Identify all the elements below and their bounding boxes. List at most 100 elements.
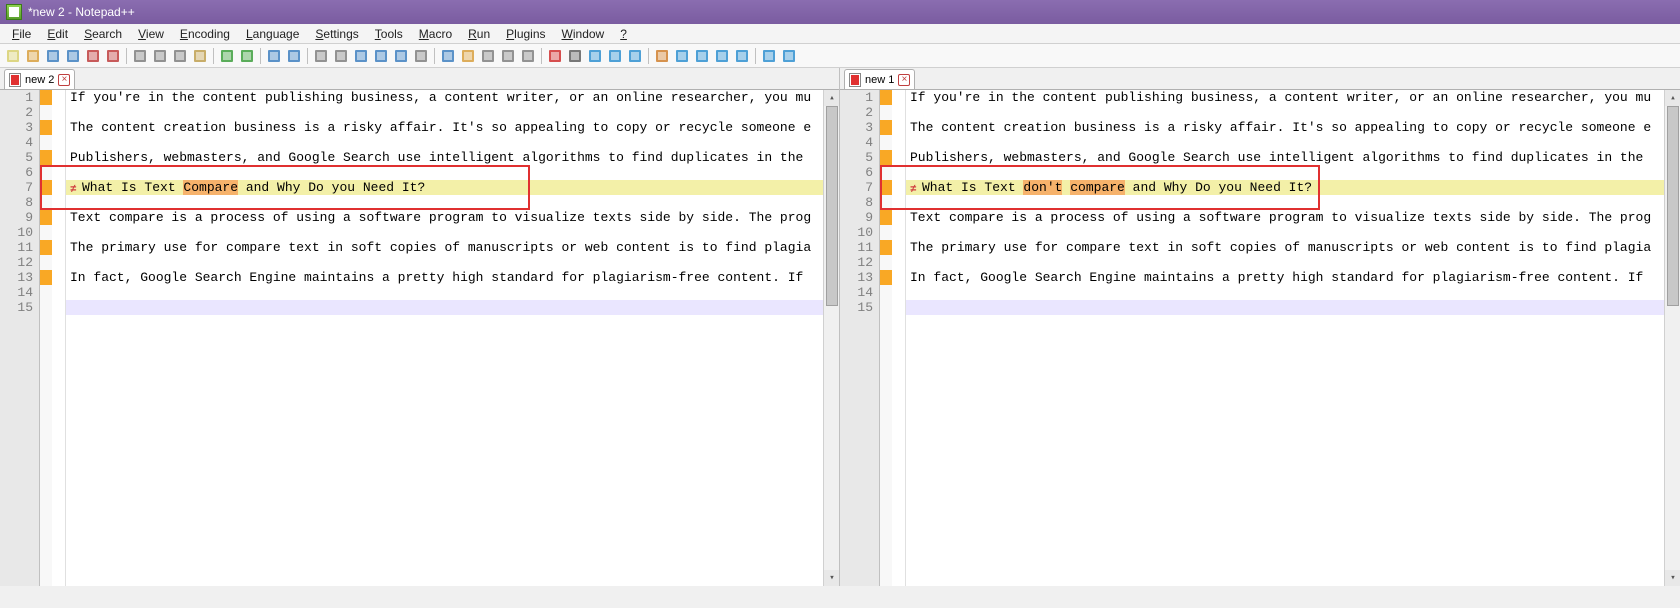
- code-line[interactable]: If you're in the content publishing busi…: [66, 90, 839, 105]
- window-title: *new 2 - Notepad++: [28, 5, 135, 19]
- menu-language[interactable]: Language: [238, 25, 307, 43]
- nav-prev-button[interactable]: [760, 47, 778, 65]
- tab-close-icon[interactable]: ×: [58, 74, 70, 86]
- code-line[interactable]: The primary use for compare text in soft…: [66, 240, 839, 255]
- menu-help[interactable]: ?: [612, 25, 635, 43]
- code-line[interactable]: Text compare is a process of using a sof…: [906, 210, 1680, 225]
- print-button[interactable]: [131, 47, 149, 65]
- code-line[interactable]: [906, 285, 1680, 300]
- cut-button[interactable]: [151, 47, 169, 65]
- code-line[interactable]: Publishers, webmasters, and Google Searc…: [66, 150, 839, 165]
- stop-button[interactable]: [566, 47, 584, 65]
- save-macro-button[interactable]: [626, 47, 644, 65]
- play-multi-button[interactable]: [606, 47, 624, 65]
- menu-tools[interactable]: Tools: [367, 25, 411, 43]
- func-list-button[interactable]: [499, 47, 517, 65]
- tab-close-icon[interactable]: ×: [898, 74, 910, 86]
- scroll-down-icon[interactable]: ▾: [1665, 570, 1680, 586]
- menu-search[interactable]: Search: [76, 25, 130, 43]
- menu-file[interactable]: File: [4, 25, 39, 43]
- left-tab[interactable]: new 2×: [4, 69, 75, 89]
- code-line[interactable]: [906, 195, 1680, 210]
- code-line[interactable]: Text compare is a process of using a sof…: [66, 210, 839, 225]
- code-line[interactable]: ≠What Is Text don't compare and Why Do y…: [906, 180, 1680, 195]
- file-icon: [9, 73, 21, 87]
- code-line[interactable]: [906, 225, 1680, 240]
- replace-button[interactable]: [285, 47, 303, 65]
- indent-guide-button[interactable]: [439, 47, 457, 65]
- code-line[interactable]: Publishers, webmasters, and Google Searc…: [906, 150, 1680, 165]
- monitor-button[interactable]: [519, 47, 537, 65]
- code-line[interactable]: [66, 255, 839, 270]
- code-line[interactable]: [66, 300, 839, 315]
- code-area[interactable]: If you're in the content publishing busi…: [906, 90, 1680, 586]
- play-button[interactable]: [586, 47, 604, 65]
- code-line[interactable]: [906, 165, 1680, 180]
- compare-next-button[interactable]: [713, 47, 731, 65]
- code-line[interactable]: [66, 195, 839, 210]
- scroll-down-icon[interactable]: ▾: [824, 570, 839, 586]
- compare-last-button[interactable]: [733, 47, 751, 65]
- save-button[interactable]: [44, 47, 62, 65]
- code-line[interactable]: ≠What Is Text Compare and Why Do you Nee…: [66, 180, 839, 195]
- code-line[interactable]: [66, 105, 839, 120]
- scroll-thumb[interactable]: [826, 106, 838, 306]
- close-all-button[interactable]: [104, 47, 122, 65]
- code-line[interactable]: [906, 300, 1680, 315]
- compare-button[interactable]: [693, 47, 711, 65]
- code-line[interactable]: [66, 135, 839, 150]
- code-line[interactable]: [66, 165, 839, 180]
- code-line[interactable]: The content creation business is a risky…: [906, 120, 1680, 135]
- left-editor[interactable]: 123456789101112131415If you're in the co…: [0, 90, 839, 586]
- undo-button[interactable]: [218, 47, 236, 65]
- folder-button[interactable]: [459, 47, 477, 65]
- code-line[interactable]: The primary use for compare text in soft…: [906, 240, 1680, 255]
- code-line[interactable]: If you're in the content publishing busi…: [906, 90, 1680, 105]
- menu-view[interactable]: View: [130, 25, 172, 43]
- code-line[interactable]: In fact, Google Search Engine maintains …: [906, 270, 1680, 285]
- code-line[interactable]: [906, 135, 1680, 150]
- menu-macro[interactable]: Macro: [411, 25, 460, 43]
- wrap-button[interactable]: [392, 47, 410, 65]
- scroll-up-icon[interactable]: ▴: [1665, 90, 1680, 106]
- code-area[interactable]: If you're in the content publishing busi…: [66, 90, 839, 586]
- menu-window[interactable]: Window: [554, 25, 613, 43]
- toolbar-sep: [307, 48, 308, 64]
- sync-v-button[interactable]: [352, 47, 370, 65]
- new-button[interactable]: [4, 47, 22, 65]
- vertical-scrollbar[interactable]: ▴▾: [823, 90, 839, 586]
- redo-button[interactable]: [238, 47, 256, 65]
- code-line[interactable]: [66, 285, 839, 300]
- nav-next-button[interactable]: [780, 47, 798, 65]
- code-line[interactable]: [66, 225, 839, 240]
- code-line[interactable]: [906, 105, 1680, 120]
- open-button[interactable]: [24, 47, 42, 65]
- menu-plugins[interactable]: Plugins: [498, 25, 553, 43]
- close-button[interactable]: [84, 47, 102, 65]
- right-tab[interactable]: new 1×: [844, 69, 915, 89]
- save-all-button[interactable]: [64, 47, 82, 65]
- zoom-in-button[interactable]: [312, 47, 330, 65]
- paste-button[interactable]: [191, 47, 209, 65]
- record-button[interactable]: [546, 47, 564, 65]
- show-all-button[interactable]: [412, 47, 430, 65]
- find-button[interactable]: [265, 47, 283, 65]
- copy-button[interactable]: [171, 47, 189, 65]
- zoom-out-button[interactable]: [332, 47, 350, 65]
- right-editor[interactable]: 123456789101112131415If you're in the co…: [840, 90, 1680, 586]
- code-line[interactable]: [906, 255, 1680, 270]
- compare-prev-button[interactable]: [673, 47, 691, 65]
- vertical-scrollbar[interactable]: ▴▾: [1664, 90, 1680, 586]
- scroll-up-icon[interactable]: ▴: [824, 90, 839, 106]
- menu-run[interactable]: Run: [460, 25, 498, 43]
- menu-settings[interactable]: Settings: [307, 25, 366, 43]
- code-line[interactable]: In fact, Google Search Engine maintains …: [66, 270, 839, 285]
- compare-first-button[interactable]: [653, 47, 671, 65]
- change-marker-column: [880, 90, 892, 586]
- code-line[interactable]: The content creation business is a risky…: [66, 120, 839, 135]
- scroll-thumb[interactable]: [1667, 106, 1679, 306]
- doc-map-button[interactable]: [479, 47, 497, 65]
- menu-edit[interactable]: Edit: [39, 25, 76, 43]
- sync-h-button[interactable]: [372, 47, 390, 65]
- menu-encoding[interactable]: Encoding: [172, 25, 238, 43]
